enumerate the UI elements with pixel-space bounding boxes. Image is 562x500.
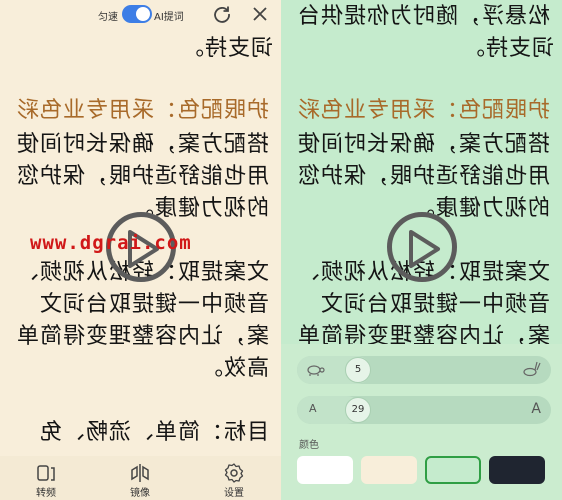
script-line: 目标：简单、流畅、免: [38, 420, 269, 445]
color-swatch-cream[interactable]: [361, 456, 417, 484]
speed-thumb[interactable]: 5: [345, 357, 371, 383]
font-size-min: A: [309, 402, 317, 415]
script-line: 词支持。: [461, 36, 554, 61]
color-label: 颜色: [299, 440, 319, 451]
script-line: 音频中一键提取台词文: [38, 292, 269, 317]
script-line: 搭配方案，确保长时间使: [296, 132, 550, 157]
teleprompter-preview-green: 松悬浮，随时为你提供台 词支持。 护眼配色：采用专业色彩 搭配方案，确保长时间使…: [281, 0, 562, 500]
close-icon[interactable]: [250, 4, 270, 24]
mirror-button[interactable]: 镜像: [120, 460, 160, 499]
mirror-label: 镜像: [130, 488, 150, 499]
script-line: 用也能舒适护眼，保护您: [15, 164, 269, 189]
speed-slider[interactable]: 5: [297, 356, 551, 384]
steady-speed-label: 匀速: [98, 12, 118, 23]
top-bar: 匀速 AI提词: [0, 0, 281, 28]
gear-icon: [224, 463, 244, 483]
ai-prompt-label: AI提词: [154, 12, 184, 23]
script-line: 高效。: [199, 356, 269, 381]
color-swatch-green[interactable]: [425, 456, 481, 484]
settings-label: 设置: [224, 488, 244, 499]
font-size-slider[interactable]: A 29 A: [297, 396, 551, 424]
turtle-icon: [305, 361, 325, 380]
mirror-flip-icon: [37, 465, 55, 481]
font-size-max: A: [531, 401, 541, 417]
script-line: 用也能舒适护眼，保护您: [296, 164, 550, 189]
settings-button[interactable]: 设置: [214, 460, 254, 499]
script-line: 松悬浮，随时为你提供台: [296, 4, 550, 29]
script-line: 搭配方案，确保长时间使: [15, 132, 269, 157]
watermark: www.dgrai.com: [30, 232, 192, 254]
script-line: 案，让内容整理变得简单: [15, 324, 269, 349]
script-line: 护眼配色：采用专业色彩: [296, 98, 550, 123]
script-line: 护眼配色：采用专业色彩: [15, 98, 269, 123]
font-size-thumb[interactable]: 29: [345, 397, 371, 423]
flip-label: 转频: [36, 488, 56, 499]
script-line: 词支持。: [180, 36, 273, 61]
rabbit-icon: [521, 361, 541, 380]
ai-prompt-toggle[interactable]: [122, 5, 152, 23]
flip-button[interactable]: 转频: [26, 460, 66, 499]
color-swatch-white[interactable]: [297, 456, 353, 484]
color-swatch-dark[interactable]: [489, 456, 545, 484]
mirror-icon: [131, 464, 149, 482]
refresh-icon[interactable]: [212, 4, 232, 24]
script-line: 音频中一键提取台词文: [319, 292, 550, 317]
play-button[interactable]: [387, 212, 457, 282]
bottom-toolbar: 转频 镜像 设置: [0, 456, 281, 500]
